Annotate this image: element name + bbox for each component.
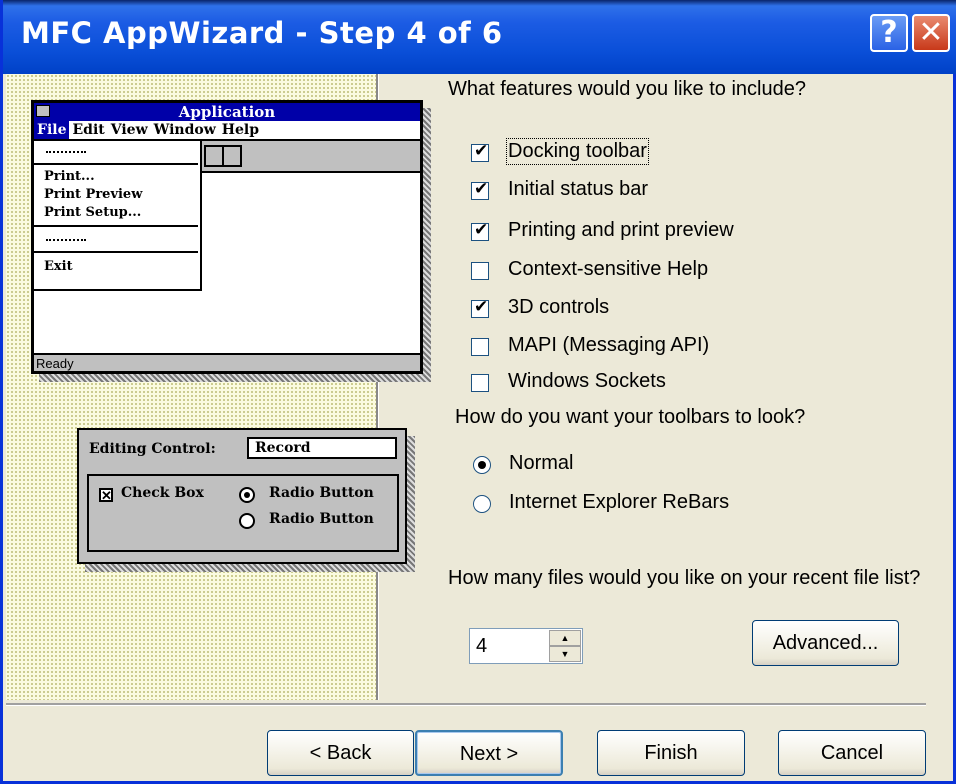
bottom-separator xyxy=(6,703,926,706)
editing-control-label: Editing Control: xyxy=(89,441,216,457)
preview-menu-item: Print Setup... xyxy=(44,205,142,220)
preview-toolbar-button xyxy=(222,145,242,167)
check-mark-icon: ✔ xyxy=(474,297,489,317)
recent-files-question: How many files would you like on your re… xyxy=(448,567,921,589)
editing-control-field: Record xyxy=(247,437,397,459)
preview-checkbox: ✕ xyxy=(99,488,113,504)
checkbox-label[interactable]: Initial status bar xyxy=(508,178,648,201)
preview-radio-label: Radio Button xyxy=(269,511,374,527)
preview-title-bar: Application xyxy=(34,103,420,121)
placeholder-squiggle xyxy=(46,145,86,153)
close-button[interactable]: ✕ xyxy=(912,14,950,52)
checkbox-label[interactable]: Printing and print preview xyxy=(508,219,734,242)
menu-separator xyxy=(34,225,198,227)
radio-label[interactable]: Normal xyxy=(509,452,573,475)
preview-status-bar: Ready xyxy=(34,353,420,371)
checkbox-label[interactable]: Windows Sockets xyxy=(508,370,666,393)
recent-files-spinner[interactable]: 4 ▲ ▼ xyxy=(469,628,583,664)
checkbox-box[interactable]: ✔ xyxy=(471,179,489,200)
preview-menu-window: Window xyxy=(153,122,216,138)
preview-menu-item: Exit xyxy=(44,259,73,274)
preview-menu-item: Print Preview xyxy=(44,187,143,202)
spinner-arrows: ▲ ▼ xyxy=(549,630,581,662)
advanced-button[interactable]: Advanced... xyxy=(752,620,899,666)
menu-separator xyxy=(34,163,198,165)
preview-radio-label: Radio Button xyxy=(269,485,374,501)
controls-preview: Editing Control: Record ✕ Check Box Radi… xyxy=(77,428,407,564)
placeholder-squiggle xyxy=(46,233,86,241)
features-question: What features would you like to include? xyxy=(448,78,806,100)
checkbox-label[interactable]: Context-sensitive Help xyxy=(508,258,708,281)
checkbox-box[interactable]: ✔ xyxy=(471,141,489,162)
radio-label[interactable]: Internet Explorer ReBars xyxy=(509,491,729,514)
spin-up-icon[interactable]: ▲ xyxy=(549,630,581,646)
toolbars-question: How do you want your toolbars to look? xyxy=(455,406,806,428)
radio-dot xyxy=(478,461,486,469)
checkbox-box[interactable] xyxy=(471,338,489,356)
preview-toolbar xyxy=(200,141,420,173)
system-menu-icon xyxy=(36,105,50,117)
finish-button[interactable]: Finish xyxy=(597,730,745,776)
checkbox-label[interactable]: 3D controls xyxy=(508,296,609,319)
checkbox-label[interactable]: Docking toolbar xyxy=(506,138,649,165)
recent-files-value[interactable]: 4 xyxy=(476,635,487,658)
help-button[interactable]: ? xyxy=(870,14,908,52)
title-bar[interactable]: MFC AppWizard - Step 4 of 6 ? ✕ xyxy=(3,0,956,74)
checkbox-box[interactable]: ✔ xyxy=(471,220,489,241)
preview-menu-help: Help xyxy=(221,122,260,138)
radio-circle[interactable] xyxy=(473,456,491,474)
checkbox-label[interactable]: MAPI (Messaging API) xyxy=(508,334,709,357)
preview-menu-view: View xyxy=(110,122,148,138)
next-button[interactable]: Next > xyxy=(415,730,563,776)
preview-toolbar-button xyxy=(204,145,224,167)
preview-title: Application xyxy=(178,103,276,121)
app-preview: Application File Edit View Window Help Print… xyxy=(31,100,423,374)
spin-down-icon[interactable]: ▼ xyxy=(549,646,581,662)
preview-menubar: File Edit View Window Help xyxy=(34,121,420,141)
window-title: MFC AppWizard - Step 4 of 6 xyxy=(21,16,503,50)
check-mark-icon: ✔ xyxy=(474,220,489,240)
checkbox-box[interactable] xyxy=(471,262,489,280)
cancel-button[interactable]: Cancel xyxy=(778,730,926,776)
preview-checkbox-label: Check Box xyxy=(121,485,204,501)
controls-group: ✕ Check Box Radio Button Radio Button xyxy=(87,474,399,552)
preview-radio xyxy=(239,513,255,529)
checkbox-box[interactable] xyxy=(471,374,489,392)
check-mark-icon: ✔ xyxy=(474,141,489,161)
check-mark-icon: ✔ xyxy=(474,179,489,199)
radio-dot xyxy=(244,492,250,498)
preview-menu-edit: Edit xyxy=(72,122,105,138)
preview-radio-selected xyxy=(239,487,255,503)
preview-file-menu: Print... Print Preview Print Setup... Ex… xyxy=(34,141,202,291)
radio-circle[interactable] xyxy=(473,495,491,513)
wizard-window: MFC AppWizard - Step 4 of 6 ? ✕ Applicat… xyxy=(0,0,956,784)
preview-menu-item: Print... xyxy=(44,169,95,184)
checkbox-box[interactable]: ✔ xyxy=(471,297,489,318)
preview-menu-file: File xyxy=(34,121,70,139)
back-button[interactable]: < Back xyxy=(267,730,414,776)
menu-separator xyxy=(34,251,198,253)
